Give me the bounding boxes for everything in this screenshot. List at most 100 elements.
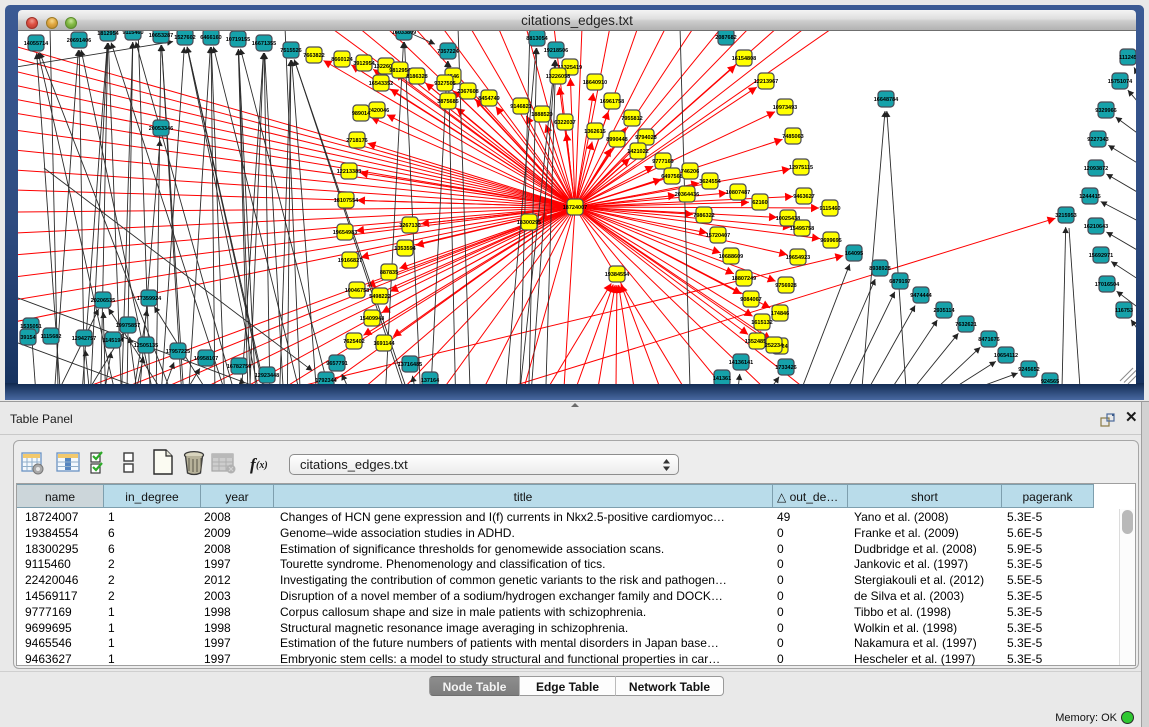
svg-text:16033809: 16033809 [392,31,416,36]
svg-text:8938928: 8938928 [869,266,890,272]
svg-text:9756928: 9756928 [775,283,796,289]
svg-text:1792344: 1792344 [315,378,337,384]
svg-text:8660124: 8660124 [331,57,353,63]
svg-text:9245652: 9245652 [1018,367,1039,373]
svg-text:252234: 252234 [765,343,784,349]
svg-text:2935114: 2935114 [933,308,955,314]
svg-text:2087682: 2087682 [715,35,736,41]
svg-text:17016504: 17016504 [1095,282,1120,288]
svg-text:12213383: 12213383 [337,169,361,175]
svg-text:10973493: 10973493 [773,105,797,111]
svg-text:13226058: 13226058 [546,74,570,80]
svg-text:8454749: 8454749 [478,96,499,102]
svg-text:12942757: 12942757 [72,336,96,342]
svg-text:7485063: 7485063 [782,134,803,140]
svg-text:8471676: 8471676 [978,337,999,343]
svg-text:12093872: 12093872 [1084,166,1108,172]
svg-text:15751074: 15751074 [1108,79,1133,85]
svg-text:19654983: 19654983 [333,230,357,236]
svg-text:924565: 924565 [1041,379,1059,384]
svg-text:6879197: 6879197 [889,279,910,285]
svg-text:39154: 39154 [20,335,36,341]
svg-text:116753: 116753 [1115,308,1133,314]
svg-text:16961758: 16961758 [600,99,624,105]
svg-text:20364436: 20364436 [675,192,699,198]
svg-text:9699695: 9699695 [820,238,841,244]
svg-text:18724007: 18724007 [563,205,587,211]
svg-text:18300295: 18300295 [517,220,541,226]
svg-text:3624554: 3624554 [699,179,721,185]
svg-text:(x): (x) [256,460,268,471]
svg-text:8813054: 8813054 [526,36,548,42]
svg-text:9115460: 9115460 [122,31,143,36]
svg-text:1421022: 1421022 [627,149,648,155]
svg-text:1691144: 1691144 [373,341,395,347]
svg-text:9474444: 9474444 [910,293,932,299]
svg-text:10653287: 10653287 [149,33,173,39]
svg-text:15720407: 15720407 [706,233,730,239]
svg-text:1115682: 1115682 [41,334,62,340]
svg-text:14136141: 14136141 [729,360,753,366]
svg-text:111245: 111245 [1119,55,1136,61]
svg-text:19654923: 19654923 [786,255,810,261]
svg-text:7986322: 7986322 [693,213,714,219]
svg-text:10958107: 10958107 [194,356,218,362]
svg-text:3215953: 3215953 [1055,213,1076,219]
svg-text:8186328: 8186328 [406,74,427,80]
svg-text:1888520: 1888520 [531,112,552,118]
svg-text:19218506: 19218506 [544,48,568,54]
svg-text:16782759: 16782759 [227,364,251,370]
svg-text:9794028: 9794028 [635,135,656,141]
svg-text:3875685: 3875685 [437,99,458,105]
svg-text:164095: 164095 [845,251,863,257]
svg-text:1145194: 1145194 [102,338,124,344]
svg-text:62160: 62160 [752,200,767,206]
svg-text:14055714: 14055714 [24,41,49,47]
svg-text:12505135: 12505135 [134,343,158,349]
svg-text:6322037: 6322037 [554,120,575,126]
svg-text:7663822: 7663822 [303,53,324,59]
svg-text:7515526: 7515526 [280,48,301,54]
svg-text:10688609: 10688609 [719,254,743,260]
svg-text:1615132: 1615132 [751,320,772,326]
svg-text:16671355: 16671355 [252,41,276,47]
svg-text:15409948: 15409948 [360,316,384,322]
svg-text:18107554: 18107554 [334,198,359,204]
svg-text:10046758: 10046758 [345,288,369,294]
svg-text:7357224: 7357224 [437,49,459,55]
svg-text:1812954: 1812954 [97,31,119,37]
svg-text:12975115: 12975115 [789,165,813,171]
svg-text:2718176: 2718176 [346,138,367,144]
svg-text:2367608: 2367608 [457,89,478,95]
svg-text:9329966: 9329966 [1095,108,1116,114]
svg-text:20691406: 20691406 [67,38,91,44]
svg-text:19166827: 19166827 [338,258,362,264]
svg-text:8990448: 8990448 [606,137,627,143]
svg-text:16154808: 16154808 [732,56,756,62]
svg-text:10654112: 10654112 [994,353,1018,359]
svg-text:141361: 141361 [713,376,731,382]
svg-text:3267130: 3267130 [399,223,420,229]
svg-text:13716485: 13716485 [398,362,422,368]
svg-text:1733426: 1733426 [775,365,796,371]
svg-text:137164: 137164 [421,378,440,384]
svg-text:18640910: 18640910 [583,80,607,86]
svg-text:12923448: 12923448 [255,373,279,379]
svg-text:887835: 887835 [380,270,398,276]
svg-text:9657791: 9657791 [326,361,347,367]
svg-text:174846: 174846 [771,311,789,317]
svg-text:20206535: 20206535 [91,298,115,304]
svg-text:10807487: 10807487 [726,190,750,196]
svg-text:6497568: 6497568 [661,174,682,180]
svg-text:17359924: 17359924 [137,296,162,302]
svg-text:5498222: 5498222 [369,294,390,300]
svg-text:9463627: 9463627 [793,194,814,200]
svg-text:16543352: 16543352 [369,81,393,87]
svg-text:7632621: 7632621 [955,322,976,328]
svg-text:1362615: 1362615 [584,129,605,135]
svg-text:989014: 989014 [352,111,371,117]
svg-text:7955812: 7955812 [621,116,642,122]
svg-text:18807249: 18807249 [732,276,756,282]
svg-text:1244415: 1244415 [1079,194,1100,200]
svg-text:6466160: 6466160 [200,35,221,41]
